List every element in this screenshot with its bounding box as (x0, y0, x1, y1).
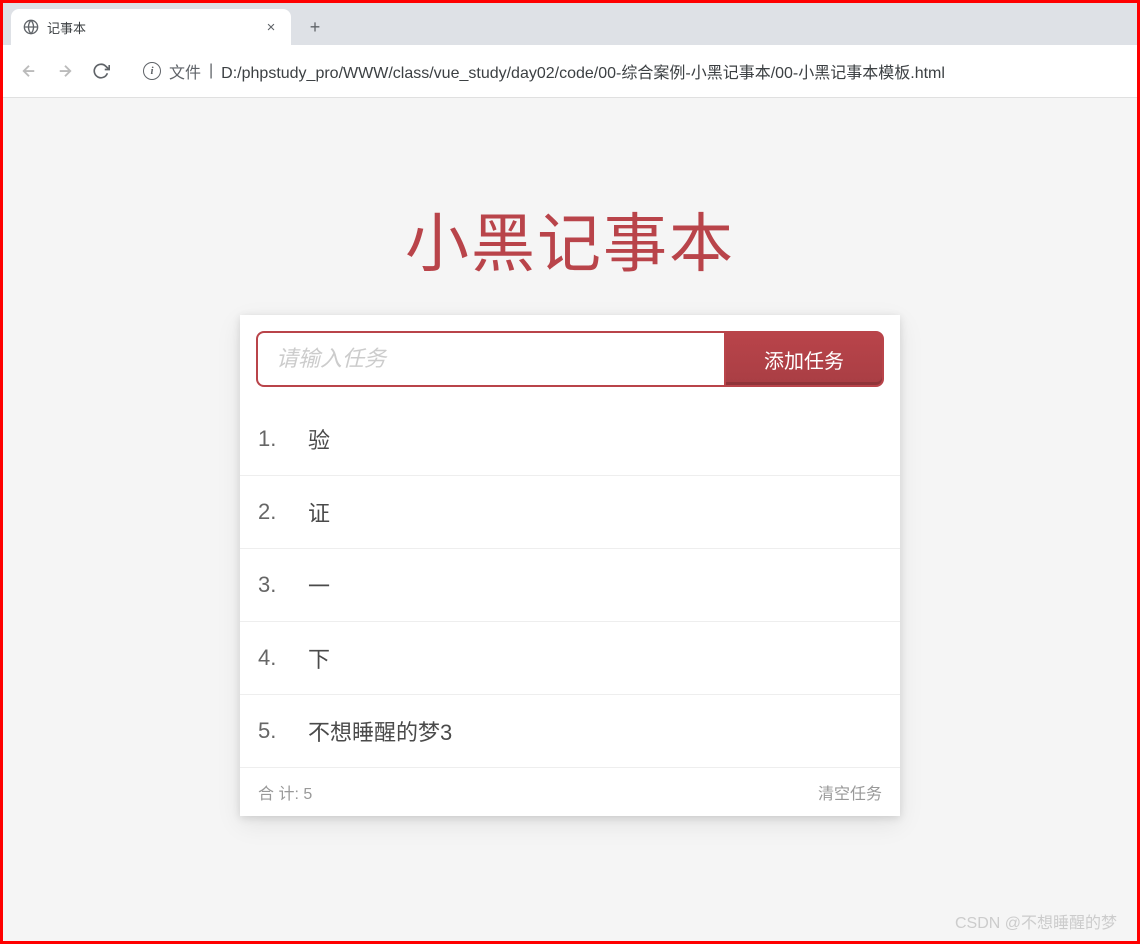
app-title: 小黑记事本 (3, 98, 1137, 315)
count-value: 5 (303, 786, 312, 803)
item-text: 验 (308, 423, 882, 455)
tab-title: 记事本 (47, 18, 255, 37)
item-index: 1. (258, 426, 308, 452)
new-tab-button[interactable]: + (301, 13, 329, 41)
tab-strip: 记事本 × + (3, 3, 1137, 45)
browser-tab[interactable]: 记事本 × (11, 9, 291, 45)
watermark: CSDN @不想睡醒的梦 (955, 909, 1117, 933)
item-index: 2. (258, 499, 308, 525)
item-index: 5. (258, 718, 308, 744)
clear-button[interactable]: 清空任务 (818, 780, 882, 804)
url-text: D:/phpstudy_pro/WWW/class/vue_study/day0… (221, 59, 945, 83)
list-item[interactable]: 3. 一 (240, 549, 900, 622)
item-text: 下 (308, 642, 882, 674)
todo-footer: 合 计: 5 清空任务 (240, 768, 900, 816)
item-text: 证 (308, 496, 882, 528)
item-index: 3. (258, 572, 308, 598)
list-item[interactable]: 1. 验 (240, 403, 900, 476)
address-bar[interactable]: i 文件 | D:/phpstudy_pro/WWW/class/vue_stu… (131, 55, 1127, 87)
input-row: 添加任务 (240, 315, 900, 403)
reload-button[interactable] (85, 55, 117, 87)
todo-list: 1. 验 2. 证 3. 一 4. 下 5. 不想睡醒的梦3 (240, 403, 900, 768)
list-item[interactable]: 4. 下 (240, 622, 900, 695)
item-text: 不想睡醒的梦3 (308, 715, 882, 747)
list-item[interactable]: 2. 证 (240, 476, 900, 549)
page-content: 小黑记事本 添加任务 1. 验 2. 证 3. 一 4. 下 (3, 98, 1137, 941)
list-item[interactable]: 5. 不想睡醒的梦3 (240, 695, 900, 768)
count-display: 合 计: 5 (258, 780, 312, 804)
task-input[interactable] (256, 331, 724, 387)
close-icon[interactable]: × (263, 19, 279, 35)
info-icon: i (143, 62, 161, 80)
item-index: 4. (258, 645, 308, 671)
todo-card: 添加任务 1. 验 2. 证 3. 一 4. 下 5. 不想睡醒的梦3 (240, 315, 900, 816)
browser-chrome: 记事本 × + i 文件 | D:/phpstudy_pro/WWW/clas (3, 3, 1137, 98)
forward-button[interactable] (49, 55, 81, 87)
add-task-button[interactable]: 添加任务 (724, 331, 884, 387)
globe-icon (23, 19, 39, 35)
count-label: 合 计: (258, 786, 299, 803)
item-text: 一 (308, 569, 882, 601)
back-button[interactable] (13, 55, 45, 87)
browser-toolbar: i 文件 | D:/phpstudy_pro/WWW/class/vue_stu… (3, 45, 1137, 98)
file-scheme-label: 文件 (169, 59, 201, 83)
